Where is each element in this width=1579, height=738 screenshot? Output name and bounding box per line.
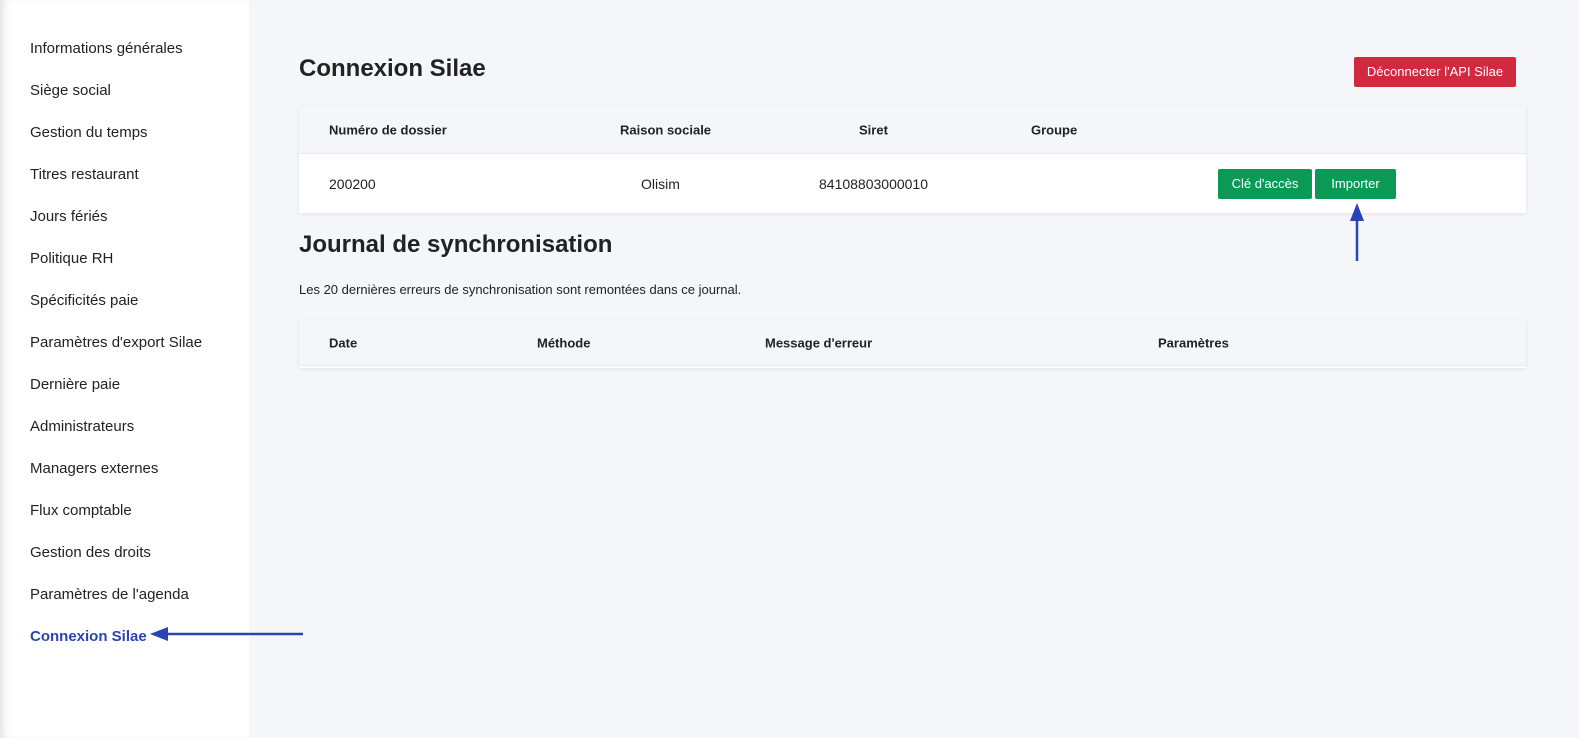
column-header-methode: Méthode	[537, 335, 591, 350]
sidebar-item-gestion-des-droits[interactable]: Gestion des droits	[0, 542, 249, 584]
column-header-siret: Siret	[859, 122, 888, 137]
sidebar-item-managers-externes[interactable]: Managers externes	[0, 458, 249, 500]
access-key-button[interactable]: Clé d'accès	[1218, 169, 1312, 199]
sidebar-item-parametres-export-silae[interactable]: Paramètres d'export Silae	[0, 332, 249, 374]
cell-raison-sociale: Olisim	[641, 175, 680, 192]
sidebar-item-parametres-agenda[interactable]: Paramètres de l'agenda	[0, 584, 249, 626]
sidebar-item-gestion-du-temps[interactable]: Gestion du temps	[0, 122, 249, 164]
sidebar-item-derniere-paie[interactable]: Dernière paie	[0, 374, 249, 416]
column-header-parametres: Paramètres	[1158, 335, 1229, 350]
journal-table-header: Date Méthode Message d'erreur Paramètres	[299, 320, 1526, 366]
connection-table-header: Numéro de dossier Raison sociale Siret G…	[299, 106, 1526, 154]
column-header-message-erreur: Message d'erreur	[765, 335, 873, 350]
cell-siret: 84108803000010	[819, 175, 929, 192]
sidebar-item-flux-comptable[interactable]: Flux comptable	[0, 500, 249, 542]
sidebar-item-titres-restaurant[interactable]: Titres restaurant	[0, 164, 249, 206]
column-header-raison-sociale: Raison sociale	[620, 122, 712, 137]
sidebar-item-informations-generales[interactable]: Informations générales	[0, 38, 249, 80]
cell-dossier: 200200	[329, 175, 376, 192]
main-content: Connexion Silae Déconnecter l'API Silae …	[249, 0, 1579, 738]
connection-table: Numéro de dossier Raison sociale Siret G…	[299, 106, 1526, 213]
annotation-arrow-up-icon	[1350, 203, 1364, 261]
column-header-groupe: Groupe	[1031, 122, 1078, 137]
disconnect-api-button[interactable]: Déconnecter l'API Silae	[1354, 57, 1516, 87]
import-button[interactable]: Importer	[1315, 169, 1396, 199]
column-header-dossier: Numéro de dossier	[329, 122, 447, 137]
sidebar-item-jours-feries[interactable]: Jours fériés	[0, 206, 249, 248]
table-row: 200200 Olisim 84108803000010 Clé d'accès…	[299, 154, 1526, 213]
page-title: Connexion Silae	[299, 55, 486, 82]
journal-table: Date Méthode Message d'erreur Paramètres	[299, 320, 1526, 368]
app: Informations générales Siège social Gest…	[0, 0, 1579, 738]
column-header-date: Date	[329, 335, 358, 350]
sidebar-item-politique-rh[interactable]: Politique RH	[0, 248, 249, 290]
sidebar-item-siege-social[interactable]: Siège social	[0, 80, 249, 122]
journal-description: Les 20 dernières erreurs de synchronisat…	[299, 282, 742, 297]
journal-title: Journal de synchronisation	[299, 231, 613, 258]
sidebar-item-administrateurs[interactable]: Administrateurs	[0, 416, 249, 458]
sidebar-item-specificites-paie[interactable]: Spécificités paie	[0, 290, 249, 332]
